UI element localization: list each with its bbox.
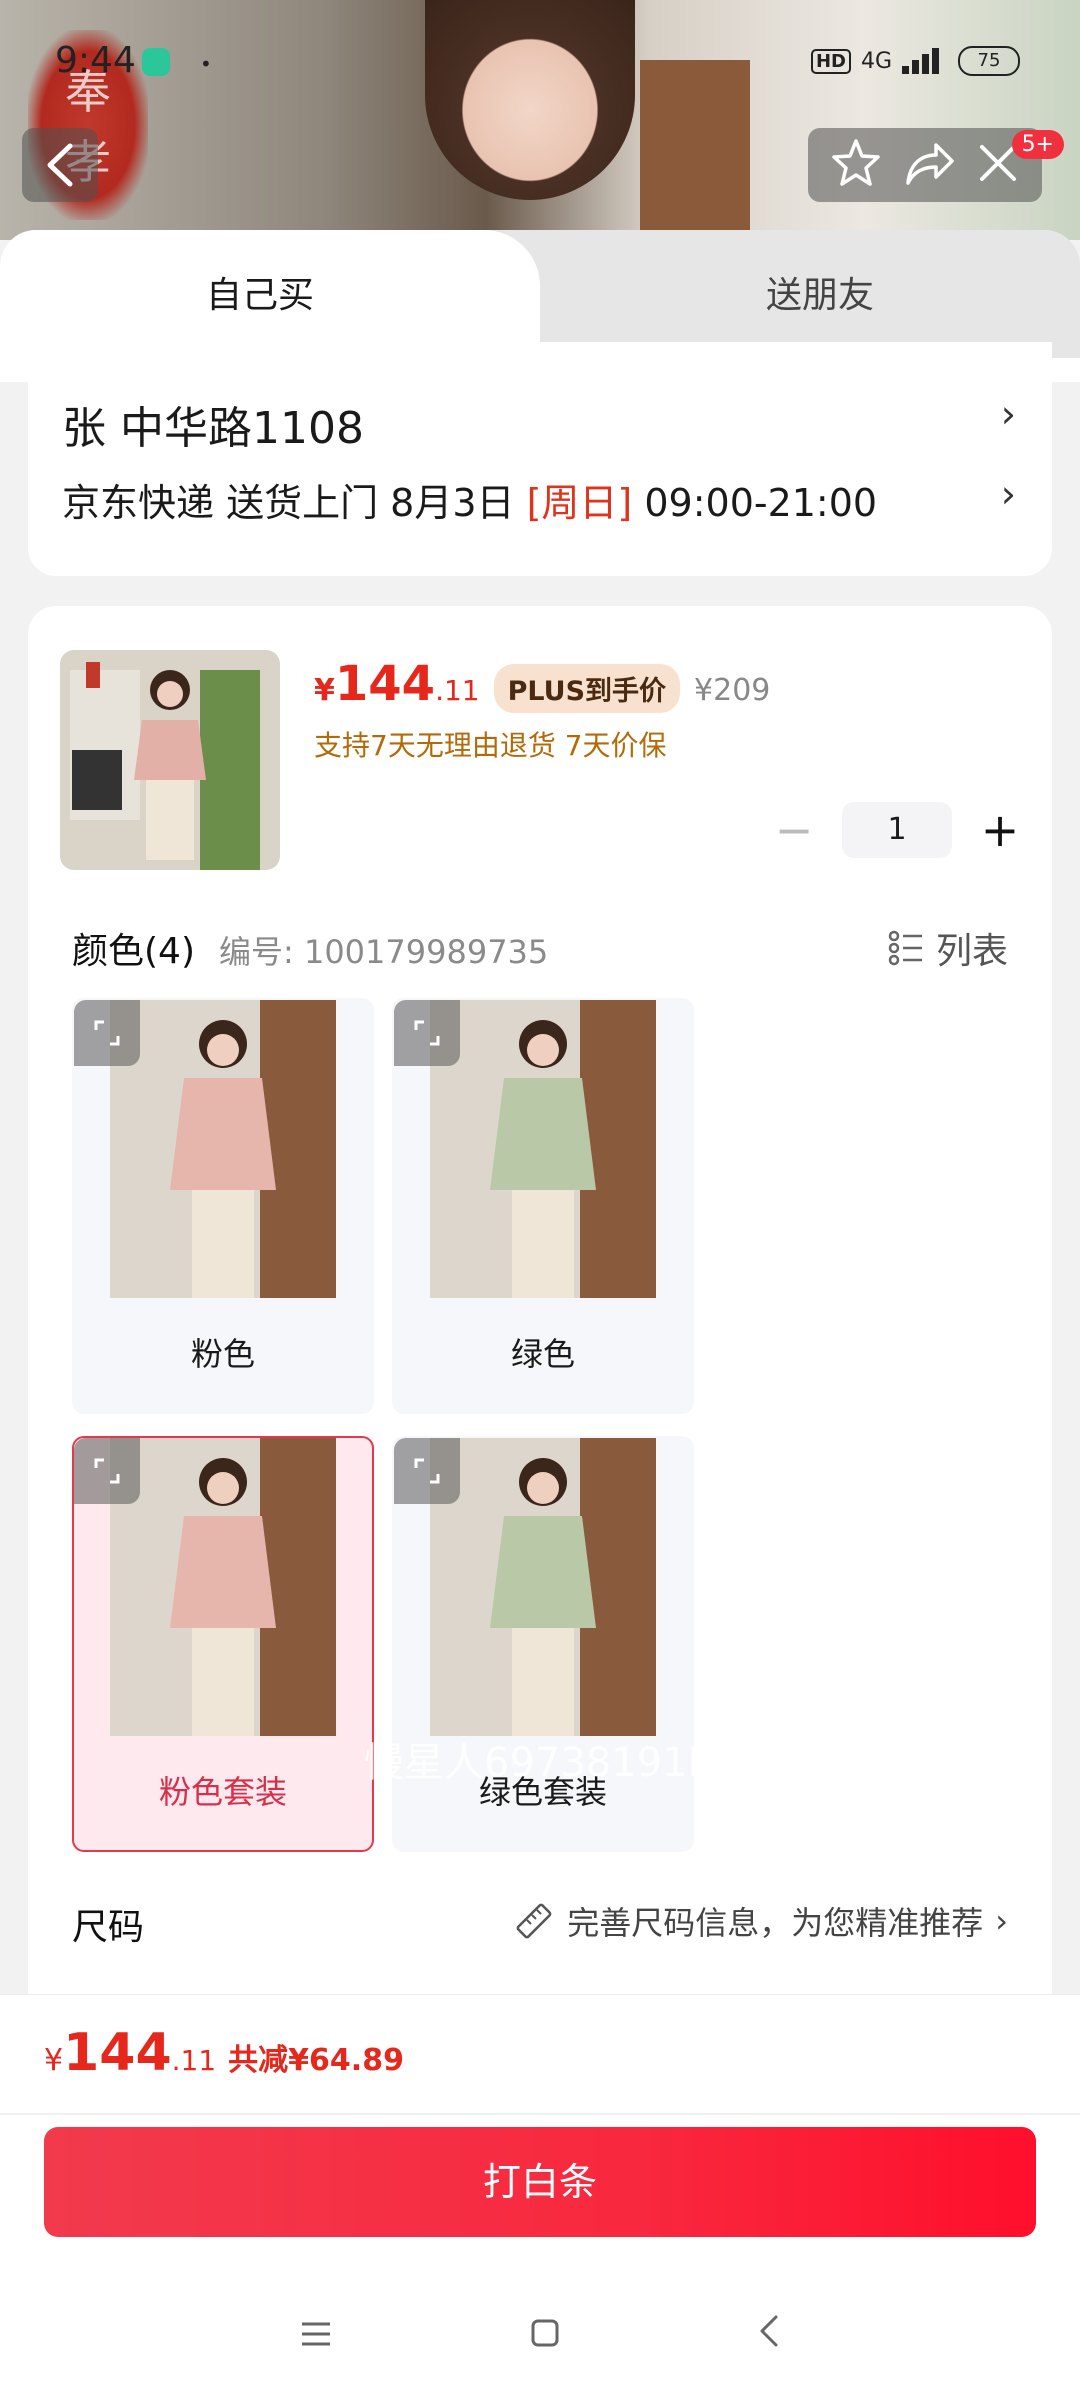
expand-icon (94, 1458, 120, 1484)
total-discount: 共减¥64.89 (228, 2043, 404, 2078)
back-nav-icon (760, 2315, 778, 2347)
color-option-pink-set[interactable]: 粉色套装 (72, 1436, 374, 1852)
recipient-name: 张 (62, 403, 106, 454)
expand-image-button[interactable] (74, 1438, 140, 1504)
swatch-image (430, 1438, 656, 1736)
status-indicators: HD 4G 75 (810, 46, 1020, 76)
menu-nav-button[interactable] (299, 2312, 333, 2358)
color-header: 颜色(4) 编号: 100179989735 (72, 922, 548, 974)
expand-image-button[interactable] (74, 1000, 140, 1066)
swatch-garment (170, 1516, 276, 1628)
total-decimal: .11 (171, 2044, 217, 2077)
product-thumbnail-image (60, 650, 280, 870)
product-price: ¥144.11 (314, 656, 480, 712)
watermark-text: 慢星人69738191K (364, 1740, 714, 1786)
return-guarantee: 支持7天无理由退货 7天价保 (314, 729, 667, 762)
swatch-label: 粉色 (190, 1335, 255, 1373)
size-title: 尺码 (72, 1907, 145, 1948)
delivery-weekday: [周日] (526, 481, 633, 525)
expand-image-button[interactable] (394, 1438, 460, 1504)
system-navigation-bar (0, 2290, 1080, 2380)
total-price: ¥144.11 共减¥64.89 (44, 2023, 404, 2083)
original-price: ¥209 (694, 673, 771, 708)
share-icon (906, 143, 954, 185)
purchase-sheet: 自己买 送朋友 张 中华路1108 › 京东快递 送货上门 8月3日 [周日] … (0, 230, 1080, 1994)
purchase-tabs: 自己买 送朋友 (0, 230, 1080, 358)
battery-icon: 75 (958, 46, 1020, 76)
star-icon (832, 139, 880, 186)
color-option-green[interactable]: 绿色 (392, 998, 694, 1414)
product-thumbnail[interactable] (60, 650, 280, 870)
delivery-line: 京东快递 送货上门 8月3日 [周日] 09:00-21:00 (62, 472, 877, 527)
delivery-chevron-icon[interactable]: › (1001, 472, 1016, 516)
product-card: ¥144.11 PLUS到手价 ¥209 支持7天无理由退货 7天价保 − 1 … (28, 606, 1052, 1994)
tab-send-to-friend[interactable]: 送朋友 (560, 266, 1080, 318)
back-button[interactable] (22, 128, 98, 202)
swatch-garment (490, 1078, 596, 1190)
total-amount: ¥144.11 (44, 2023, 216, 2083)
decrease-button[interactable]: − (772, 803, 816, 857)
price-integer: 144 (334, 656, 436, 712)
size-chevron-icon: › (995, 1902, 1008, 1940)
color-option-pink[interactable]: 粉色 (72, 998, 374, 1414)
home-icon (531, 2319, 559, 2347)
street-address: 中华路1108 (120, 403, 364, 454)
tab-buy-for-self[interactable]: 自己买 (0, 266, 520, 318)
pay-with-baitiao-button[interactable]: 打白条 (44, 2127, 1036, 2237)
address-chevron-icon[interactable]: › (1001, 392, 1016, 436)
address-card[interactable]: 张 中华路1108 › 京东快递 送货上门 8月3日 [周日] 09:00-21… (28, 342, 1052, 576)
status-time: 9:44 (55, 40, 136, 81)
status-bar: 9:44 • HD 4G 75 (0, 0, 1080, 120)
hd-indicator: HD (810, 48, 851, 74)
product-code: 编号: 100179989735 (219, 933, 549, 971)
notification-dot-icon: • (200, 52, 212, 76)
swatch-image (110, 1000, 336, 1298)
list-view-toggle[interactable]: 列表 (888, 922, 1008, 974)
price-row: ¥144.11 PLUS到手价 ¥209 (314, 656, 770, 713)
total-integer: 144 (63, 2023, 172, 2083)
total-currency: ¥ (44, 2043, 64, 2078)
color-title: 颜色(4) (72, 931, 195, 972)
price-currency: ¥ (314, 673, 335, 708)
address-line: 张 中华路1108 (62, 392, 364, 456)
plus-price-tag: PLUS到手价 (493, 664, 681, 713)
price-decimal: .11 (435, 674, 480, 707)
list-icon (888, 930, 922, 966)
ruler-icon (516, 1903, 552, 1939)
back-icon (47, 143, 73, 187)
quantity-stepper: − 1 + (772, 802, 1022, 858)
expand-icon (414, 1458, 440, 1484)
home-nav-button[interactable] (530, 2312, 560, 2358)
delivery-info: 京东快递 送货上门 8月3日 (62, 481, 515, 525)
swatch-image (430, 1000, 656, 1298)
delivery-time: 09:00-21:00 (644, 481, 878, 525)
expand-icon (414, 1020, 440, 1046)
notification-badge: 5+ (1011, 130, 1064, 159)
expand-image-button[interactable] (394, 1000, 460, 1066)
menu-icon (301, 2322, 330, 2346)
swatch-garment (490, 1516, 596, 1628)
signal-icon (902, 48, 948, 74)
size-hint-text: 完善尺码信息，为您精准推荐 (567, 1904, 984, 1942)
list-label: 列表 (935, 931, 1008, 972)
color-option-green-set[interactable]: 绿色套装 (392, 1436, 694, 1852)
swatch-garment (170, 1078, 276, 1190)
favorite-button[interactable] (830, 137, 882, 193)
size-recommend-link[interactable]: 完善尺码信息，为您精准推荐 › (513, 1898, 1008, 1944)
swatch-label: 绿色 (510, 1335, 575, 1373)
network-type: 4G (860, 48, 892, 74)
swatch-label: 粉色套装 (158, 1773, 287, 1811)
divider (0, 2113, 1080, 2115)
swatch-image (110, 1438, 336, 1736)
expand-icon (94, 1020, 120, 1046)
increase-button[interactable]: + (978, 803, 1022, 857)
share-button[interactable] (902, 139, 956, 191)
header-actions (808, 128, 1042, 202)
back-nav-button[interactable] (757, 2312, 781, 2358)
app-notification-icon (142, 48, 170, 76)
quantity-input[interactable]: 1 (842, 802, 952, 858)
